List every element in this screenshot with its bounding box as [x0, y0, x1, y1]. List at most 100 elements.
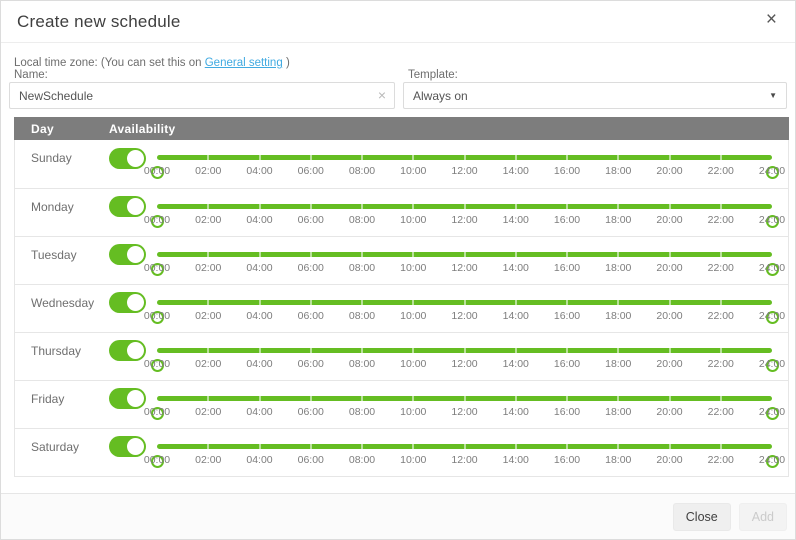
slider-tick-label: 06:00: [298, 262, 324, 274]
slider-track[interactable]: [157, 252, 772, 257]
slider-tick-label: 02:00: [195, 358, 221, 370]
slider-tick: [669, 444, 671, 449]
slider-tick: [361, 204, 363, 209]
slider-tick: [412, 444, 414, 449]
slider-tick-label: 20:00: [656, 454, 682, 466]
slider-tick: [566, 252, 568, 257]
slider-tick-label: 24:00: [759, 262, 785, 274]
slider-tick-label: 04:00: [246, 310, 272, 322]
slider-tick-label: 06:00: [298, 406, 324, 418]
slider-tick-label: 12:00: [451, 214, 477, 226]
add-button[interactable]: Add: [739, 503, 787, 531]
slider-tick-label: 18:00: [605, 454, 631, 466]
slider-tick-label: 16:00: [554, 262, 580, 274]
slider-tick-label: 08:00: [349, 310, 375, 322]
close-button[interactable]: Close: [673, 503, 731, 531]
slider-tick-label: 14:00: [503, 262, 529, 274]
slider-tick: [464, 252, 466, 257]
day-label: Thursday: [31, 344, 109, 358]
slider-tick: [566, 444, 568, 449]
slider-tick-label: 22:00: [708, 310, 734, 322]
slider-tick-label: 22:00: [708, 214, 734, 226]
slider-tick-label: 14:00: [503, 214, 529, 226]
slider-tick: [617, 204, 619, 209]
slider-tick-label: 10:00: [400, 165, 426, 177]
slider-tick-label: 10:00: [400, 358, 426, 370]
slider-track[interactable]: [157, 155, 772, 160]
availability-toggle[interactable]: [109, 340, 146, 361]
slider-tick: [259, 396, 261, 401]
availability-toggle[interactable]: [109, 388, 146, 409]
slider-track[interactable]: [157, 348, 772, 353]
schedule-table: Day Availability Sunday 00:0002:0004:000…: [14, 117, 789, 477]
slider-tick-label: 18:00: [605, 310, 631, 322]
slider-tick-label: 16:00: [554, 214, 580, 226]
slider-tick-label: 06:00: [298, 358, 324, 370]
slider-tick-label: 20:00: [656, 214, 682, 226]
slider-tick-label: 20:00: [656, 262, 682, 274]
slider-tick-label: 08:00: [349, 358, 375, 370]
general-setting-link[interactable]: General setting: [205, 57, 283, 69]
slider-tick: [464, 444, 466, 449]
slider-tick-label: 18:00: [605, 214, 631, 226]
slider-track[interactable]: [157, 444, 772, 449]
dialog-title: Create new schedule: [17, 12, 181, 31]
close-icon[interactable]: ×: [766, 9, 777, 31]
availability-toggle[interactable]: [109, 244, 146, 265]
slider-tick: [515, 348, 517, 353]
slider-tick-label: 08:00: [349, 406, 375, 418]
availability-toggle[interactable]: [109, 148, 146, 169]
slider-tick: [361, 348, 363, 353]
slider-tick: [412, 300, 414, 305]
slider-tick-label: 18:00: [605, 358, 631, 370]
slider-tick-label: 04:00: [246, 262, 272, 274]
slider-tick-label: 10:00: [400, 454, 426, 466]
slider-tick: [259, 444, 261, 449]
schedule-row: Friday 00:0002:0004:0006:0008:0010:0012:…: [15, 380, 788, 428]
name-input[interactable]: [9, 82, 395, 109]
slider-tick-label: 24:00: [759, 165, 785, 177]
slider-tick-label: 10:00: [400, 406, 426, 418]
slider-tick: [207, 252, 209, 257]
slider-tick-label: 12:00: [451, 358, 477, 370]
slider-tick: [669, 348, 671, 353]
name-input-wrap: ×: [9, 82, 395, 109]
slider-tick: [310, 444, 312, 449]
slider-tick-labels: 00:0002:0004:0006:0008:0010:0012:0014:00…: [157, 406, 772, 419]
slider-track[interactable]: [157, 204, 772, 209]
slider-tick-label: 02:00: [195, 165, 221, 177]
clear-icon[interactable]: ×: [378, 87, 386, 103]
availability-toggle[interactable]: [109, 196, 146, 217]
slider-tick: [310, 252, 312, 257]
slider-tick-label: 02:00: [195, 262, 221, 274]
slider-tick: [566, 396, 568, 401]
schedule-row: Tuesday 00:0002:0004:0006:0008:0010:0012…: [15, 236, 788, 284]
slider-tick-label: 08:00: [349, 214, 375, 226]
slider-tick-label: 12:00: [451, 310, 477, 322]
slider-tick: [464, 155, 466, 160]
slider-tick: [259, 204, 261, 209]
slider-tick: [669, 155, 671, 160]
slider-tick: [361, 252, 363, 257]
slider-track[interactable]: [157, 396, 772, 401]
timezone-text: Local time zone: (You can set this on: [14, 57, 202, 69]
schedule-row: Wednesday 00:0002:0004:0006:0008:0010:00…: [15, 284, 788, 332]
schedule-row: Thursday 00:0002:0004:0006:0008:0010:001…: [15, 332, 788, 380]
slider-tick-label: 24:00: [759, 406, 785, 418]
slider-tick-label: 06:00: [298, 165, 324, 177]
time-range-slider: 00:0002:0004:0006:0008:0010:0012:0014:00…: [150, 333, 780, 381]
slider-tick-label: 10:00: [400, 262, 426, 274]
slider-tick: [259, 348, 261, 353]
slider-tick-label: 00:00: [144, 214, 170, 226]
template-select[interactable]: Always on ▼: [403, 82, 787, 109]
slider-tick-label: 20:00: [656, 310, 682, 322]
template-label: Template:: [408, 69, 787, 81]
slider-track[interactable]: [157, 300, 772, 305]
slider-tick: [207, 204, 209, 209]
form-row: Name: × Template: Always on ▼: [9, 69, 787, 109]
slider-tick-label: 20:00: [656, 406, 682, 418]
slider-tick-label: 12:00: [451, 406, 477, 418]
availability-toggle[interactable]: [109, 292, 146, 313]
availability-toggle[interactable]: [109, 436, 146, 457]
slider-tick-label: 22:00: [708, 165, 734, 177]
